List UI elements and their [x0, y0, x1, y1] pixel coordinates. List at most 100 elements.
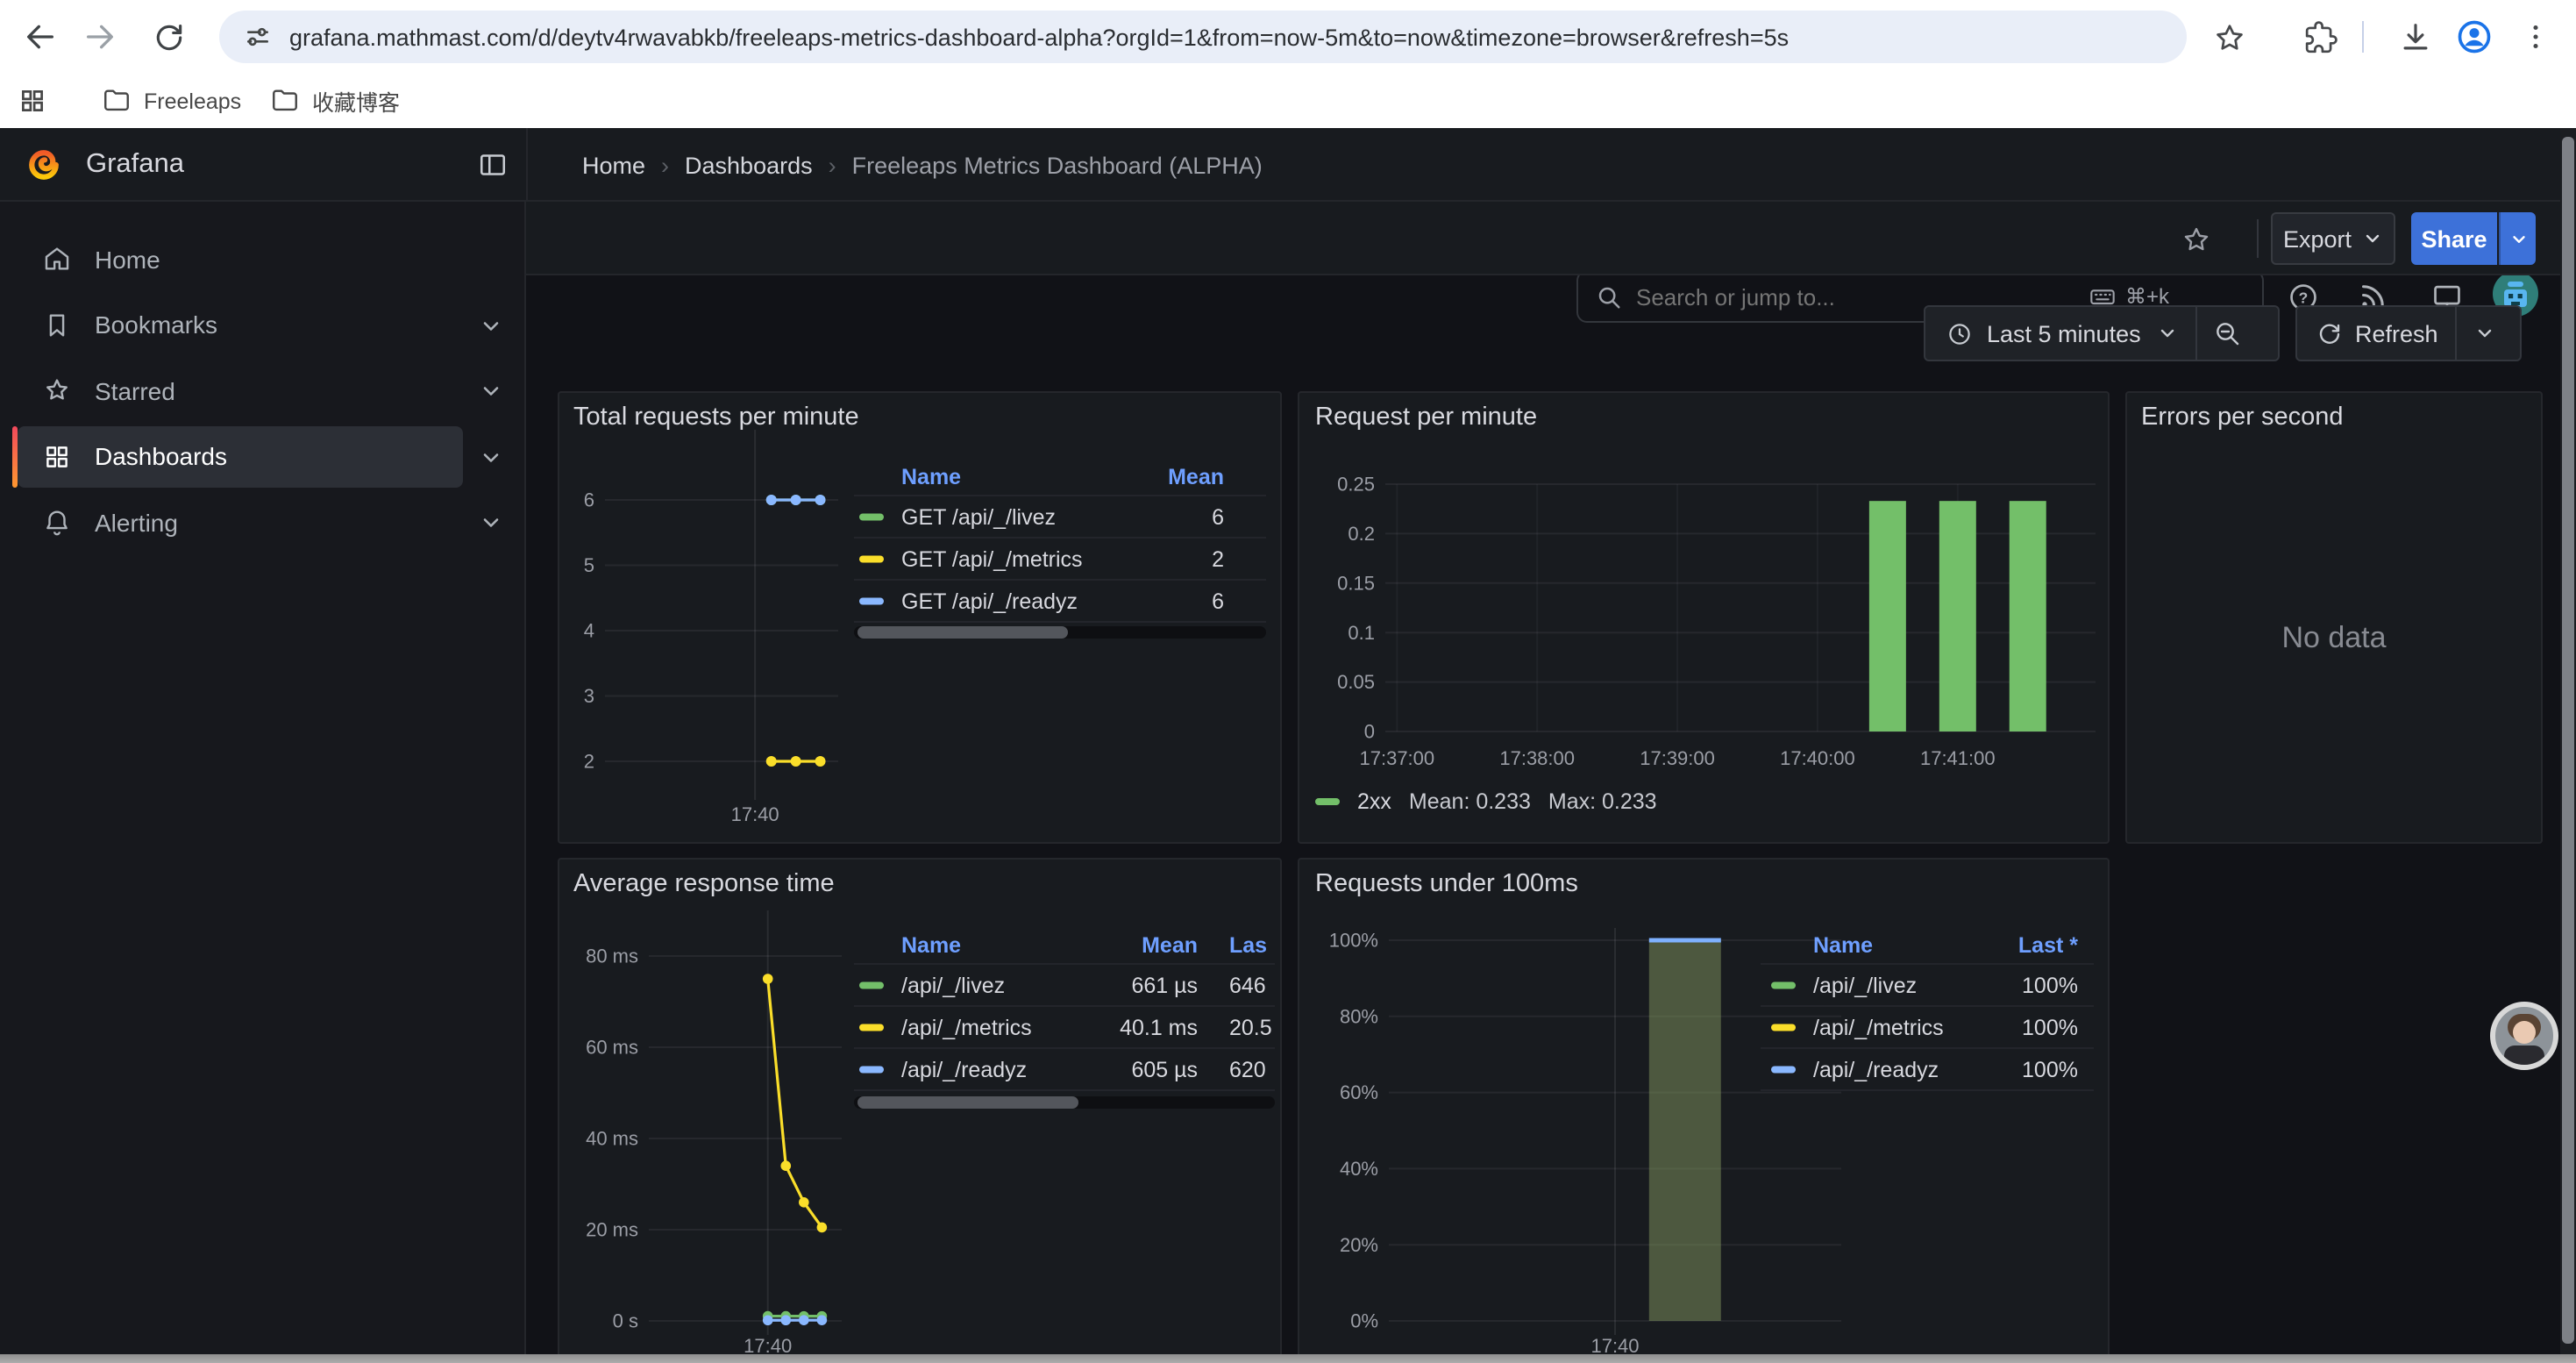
svg-text:17:37:00: 17:37:00 [1360, 747, 1435, 769]
svg-text:6: 6 [584, 489, 594, 511]
dashboard-toolbar [526, 202, 2576, 275]
breadcrumb-item[interactable]: Freeleaps Metrics Dashboard (ALPHA) [852, 152, 1263, 178]
refresh-interval-chevron-icon[interactable] [2458, 323, 2514, 344]
assistant-avatar[interactable] [2490, 1002, 2558, 1070]
browser-toolbar [0, 0, 2576, 74]
home-icon [42, 244, 72, 274]
sidebar-item-dashboards[interactable]: Dashboards [18, 425, 463, 487]
folder-icon [270, 86, 300, 116]
chevron-down-icon[interactable] [479, 445, 503, 469]
favorite-star-icon[interactable] [2181, 225, 2211, 254]
svg-text:2: 2 [584, 751, 594, 773]
export-button[interactable]: Export [2271, 212, 2395, 265]
svg-text:0.25: 0.25 [1337, 474, 1375, 496]
share-button[interactable]: Share [2411, 212, 2497, 265]
bookmark-icon [42, 310, 72, 339]
breadcrumb-item[interactable]: Home [582, 152, 645, 178]
bookmark-folder-blogs[interactable]: 收藏博客 [270, 74, 400, 128]
total-requests-per-minute-chart[interactable]: 2345617:40 [558, 391, 1282, 844]
collapse-sidebar-icon[interactable] [477, 149, 509, 181]
chevron-down-icon [2362, 228, 2383, 249]
star-icon [42, 375, 72, 405]
export-label: Export [2283, 225, 2352, 252]
chevron-down-icon[interactable] [479, 510, 503, 535]
reload-icon[interactable] [144, 12, 193, 61]
search-icon [1596, 283, 1622, 310]
sidebar-item-home[interactable]: Home [18, 228, 463, 289]
request-per-minute-chart[interactable]: 00.050.10.150.20.2517:37:0017:38:0017:39… [1298, 391, 2110, 844]
bookmark-star-icon[interactable] [2204, 12, 2253, 61]
sidebar-item-bookmarks[interactable]: Bookmarks [18, 294, 463, 355]
apps-grid-icon[interactable] [18, 74, 47, 128]
window-bottom-scrollbar[interactable] [0, 1354, 2576, 1363]
svg-text:0.05: 0.05 [1337, 671, 1375, 693]
bookmarks-bar: Freeleaps 收藏博客 [0, 74, 2576, 128]
refresh-group: Refresh [2295, 305, 2522, 361]
svg-text:17:40: 17:40 [1590, 1335, 1639, 1357]
breadcrumb-separator: › [661, 152, 669, 178]
breadcrumb-item[interactable]: Dashboards [685, 152, 813, 178]
svg-text:17:41:00: 17:41:00 [1920, 747, 1996, 769]
chevron-down-icon[interactable] [479, 379, 503, 403]
sidebar-item-label: Home [95, 245, 160, 273]
url-input[interactable] [289, 24, 2131, 50]
browser-menu-icon[interactable] [2511, 12, 2560, 61]
svg-text:100%: 100% [1329, 930, 1378, 952]
svg-text:20%: 20% [1340, 1234, 1378, 1256]
sidebar-item-label: Alerting [95, 508, 178, 536]
folder-icon [102, 86, 132, 116]
page-scrollbar[interactable] [2559, 128, 2576, 1363]
chevron-down-icon[interactable] [479, 313, 503, 338]
sidebar: Home Bookmarks Starred Dashboards Alerting [0, 202, 526, 1363]
profile-icon[interactable] [2450, 12, 2499, 61]
refresh-label[interactable]: Refresh [2355, 320, 2438, 346]
svg-text:0 s: 0 s [613, 1310, 638, 1332]
svg-text:?: ? [2298, 288, 2308, 305]
page-scrollbar-thumb[interactable] [2562, 137, 2573, 1344]
refresh-icon [2316, 320, 2343, 346]
requests-under-100ms-chart[interactable]: 0%20%40%60%80%100%17:40 [1298, 858, 2110, 1363]
breadcrumb: Home›Dashboards›Freeleaps Metrics Dashbo… [582, 128, 1263, 202]
grafana-logo[interactable] [25, 146, 63, 184]
svg-text:17:40: 17:40 [744, 1335, 792, 1357]
svg-text:0%: 0% [1350, 1310, 1378, 1332]
site-info-icon[interactable] [244, 23, 272, 51]
header-divider [526, 128, 528, 202]
extensions-icon[interactable] [2295, 12, 2345, 61]
sidebar-item-alerting[interactable]: Alerting [18, 491, 463, 553]
apps-icon [42, 441, 72, 471]
share-menu-button[interactable] [2499, 212, 2536, 265]
back-icon[interactable] [16, 12, 65, 61]
svg-text:0.2: 0.2 [1348, 523, 1375, 545]
panel-title[interactable]: Errors per second [2141, 403, 2344, 432]
average-response-time-chart[interactable]: 0 s20 ms40 ms60 ms80 ms17:40 [558, 858, 1282, 1363]
share-label: Share [2421, 225, 2487, 252]
grafana-header: Grafana Home›Dashboards›Freeleaps Metric… [0, 128, 2576, 202]
panel-errors-per-second [2125, 391, 2543, 844]
time-range-group: Last 5 minutes [1924, 305, 2280, 361]
brand-name: Grafana [86, 128, 184, 202]
svg-text:17:38:00: 17:38:00 [1499, 747, 1575, 769]
clock-icon [1946, 320, 1973, 346]
bookmark-folder-label: Freeleaps [144, 89, 241, 113]
forward-icon[interactable] [75, 12, 125, 61]
zoom-out-icon[interactable] [2197, 319, 2257, 347]
toolbar-divider [2362, 21, 2364, 53]
svg-text:0: 0 [1364, 721, 1375, 743]
svg-text:40 ms: 40 ms [586, 1128, 638, 1150]
sidebar-item-label: Starred [95, 376, 175, 404]
downloads-icon[interactable] [2390, 12, 2439, 61]
bookmark-folder-freeleaps[interactable]: Freeleaps [102, 74, 241, 128]
time-range-label[interactable]: Last 5 minutes [1987, 320, 2141, 346]
svg-text:20 ms: 20 ms [586, 1219, 638, 1241]
svg-text:60 ms: 60 ms [586, 1037, 638, 1059]
svg-text:17:40:00: 17:40:00 [1780, 747, 1855, 769]
toolbar-divider [2257, 219, 2259, 258]
svg-text:4: 4 [584, 620, 594, 642]
svg-text:17:39:00: 17:39:00 [1640, 747, 1715, 769]
address-bar[interactable] [219, 11, 2187, 63]
svg-text:40%: 40% [1340, 1158, 1378, 1180]
sidebar-item-label: Bookmarks [95, 310, 217, 339]
sidebar-item-starred[interactable]: Starred [18, 360, 463, 421]
svg-text:60%: 60% [1340, 1081, 1378, 1103]
